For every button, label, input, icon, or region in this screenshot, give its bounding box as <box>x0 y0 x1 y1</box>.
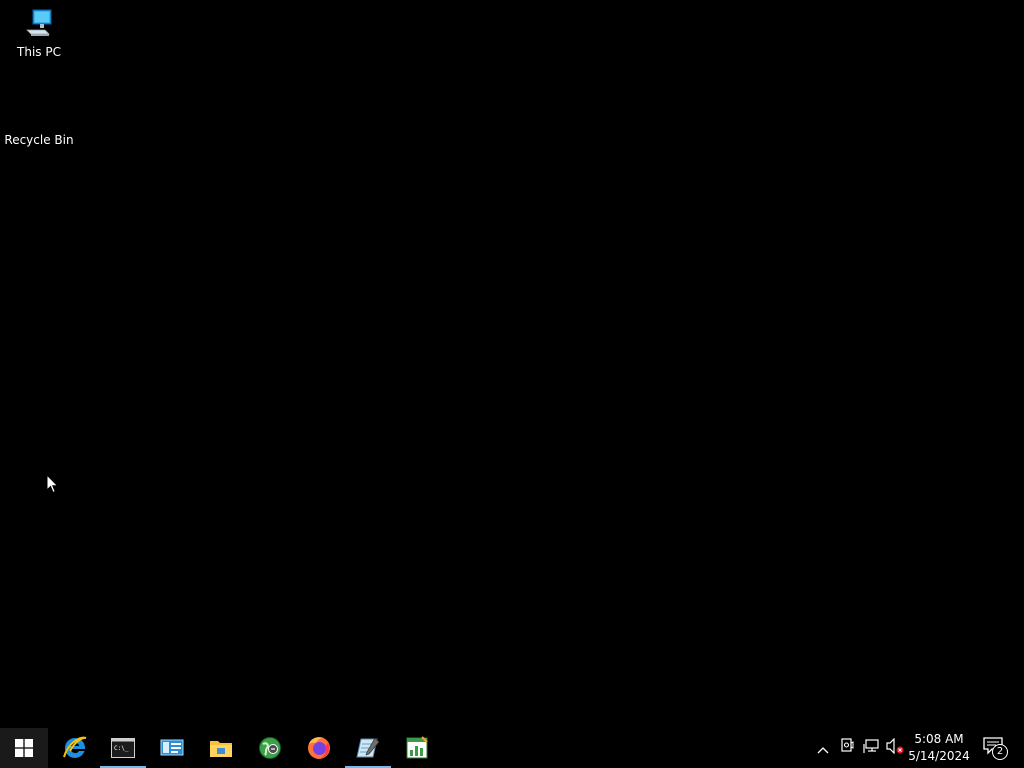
firefox-icon <box>306 735 332 761</box>
notepad-icon <box>355 736 381 760</box>
clock-time: 5:08 AM <box>914 732 964 746</box>
taskbar-app-internet-explorer[interactable] <box>51 728 99 768</box>
taskbar-app-command-prompt[interactable]: C:\_ <box>99 728 147 768</box>
taskbar-app-server-manager[interactable] <box>148 728 196 768</box>
show-hidden-icons-button[interactable] <box>812 728 834 768</box>
windows-logo-icon <box>15 739 33 757</box>
mouse-pointer-icon <box>46 473 60 494</box>
command-prompt-icon: C:\_ <box>111 738 135 758</box>
taskbar-app-firefox[interactable] <box>295 728 343 768</box>
taskbar-app-spreadsheet[interactable] <box>393 728 441 768</box>
network-icon <box>863 738 879 758</box>
tray-webcam-button[interactable] <box>836 728 858 768</box>
desktop-icon-label: Recycle Bin <box>4 133 74 147</box>
taskbar-app-text-editor[interactable] <box>344 728 392 768</box>
notification-count-badge: 2 <box>992 744 1008 760</box>
show-hidden-icons-chevron-icon <box>817 739 829 758</box>
svg-text:C:\_: C:\_ <box>114 745 129 752</box>
start-button[interactable] <box>0 728 48 768</box>
tray-volume-button[interactable] <box>884 728 906 768</box>
webcam-icon <box>840 738 854 758</box>
spreadsheet-icon <box>405 736 429 760</box>
taskbar-app-file-explorer[interactable] <box>197 728 245 768</box>
globe-icon <box>258 736 282 760</box>
desktop-icon-this-pc[interactable]: This PC <box>1 8 77 59</box>
this-pc-icon <box>22 8 56 42</box>
internet-explorer-icon <box>62 735 88 761</box>
taskbar: C:\_ 5:08 AM 5/14/2024 <box>0 728 1024 768</box>
taskbar-clock[interactable]: 5:08 AM 5/14/2024 <box>906 731 972 767</box>
server-manager-icon <box>160 737 184 759</box>
file-explorer-icon <box>209 737 233 759</box>
tray-network-button[interactable] <box>860 728 882 768</box>
desktop-icon-recycle-bin[interactable]: Recycle Bin <box>1 96 77 147</box>
taskbar-app-network-globe[interactable] <box>246 728 294 768</box>
volume-muted-icon <box>886 737 904 758</box>
desktop-icon-label: This PC <box>17 45 61 59</box>
clock-date: 5/14/2024 <box>908 749 970 763</box>
desktop: This PC Recycle Bin <box>0 0 1024 728</box>
